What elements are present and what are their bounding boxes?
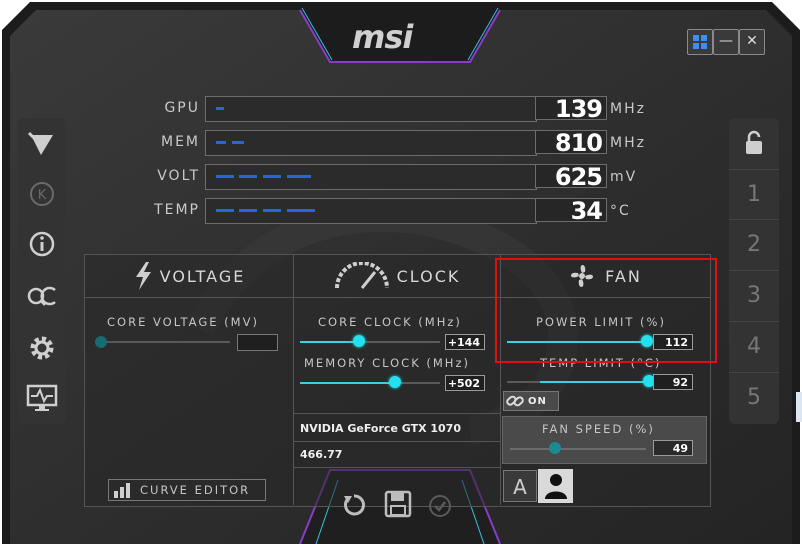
monitor-graph-segment xyxy=(216,107,224,110)
profile-slot-1[interactable]: 1 xyxy=(729,169,779,220)
msi-dragon-icon[interactable] xyxy=(18,120,66,168)
monitor-unit-mem: MHz xyxy=(610,135,646,151)
monitor-graph-segment xyxy=(303,209,315,212)
monitor-graph-segment xyxy=(216,175,234,178)
monitor-label-temp: TEMP xyxy=(154,202,200,218)
fan-speed-input[interactable]: 49 xyxy=(653,440,693,456)
memory-clock-input[interactable]: +502 xyxy=(445,375,485,391)
row-divider xyxy=(293,467,501,468)
voltage-title: VOLTAGE xyxy=(159,266,246,286)
row-divider xyxy=(293,441,501,442)
monitor-graph-volt xyxy=(205,164,537,190)
monitor-graph-temp xyxy=(205,198,537,224)
curve-editor-label: CURVE EDITOR xyxy=(140,483,251,497)
profile-sidebar: 1 2 3 4 5 xyxy=(729,118,779,424)
info-icon[interactable] xyxy=(18,220,66,268)
profile-slot-2[interactable]: 2 xyxy=(729,219,779,270)
monitor-graph-segment xyxy=(239,209,257,212)
profile-slot-5[interactable]: 5 xyxy=(729,372,779,423)
core-clock-label: CORE CLOCK (MHz) xyxy=(318,315,462,329)
curve-editor-button[interactable]: CURVE EDITOR xyxy=(108,479,266,501)
fan-speed-slider[interactable] xyxy=(510,448,646,450)
core-voltage-knob[interactable] xyxy=(95,336,107,348)
clock-title: CLOCK xyxy=(396,266,461,286)
fan-speed-knob[interactable] xyxy=(549,442,561,454)
monitor-graph-segment xyxy=(263,175,281,178)
lock-icon[interactable] xyxy=(729,118,779,168)
monitor-value-volt: 625 xyxy=(535,164,607,189)
core-clock-input[interactable]: +144 xyxy=(445,334,485,350)
monitor-unit-volt: mV xyxy=(610,169,638,185)
link-toggle-button[interactable]: ON xyxy=(503,391,559,411)
monitor-graph-segment xyxy=(263,209,281,212)
fan-auto-button[interactable]: A xyxy=(503,470,537,502)
monitor-graph-segment xyxy=(232,141,244,144)
clock-header: CLOCK xyxy=(293,255,500,297)
desktop-edge xyxy=(796,392,802,422)
highlight-frame xyxy=(495,258,717,363)
check-icon xyxy=(429,495,451,517)
windows-icon xyxy=(693,35,707,49)
core-voltage-input[interactable] xyxy=(237,334,278,351)
lightning-icon xyxy=(135,262,151,290)
bar-chart-icon xyxy=(114,483,130,498)
core-clock-knob[interactable] xyxy=(353,335,365,347)
memory-clock-label: MEMORY CLOCK (MHz) xyxy=(304,356,470,370)
monitor-label-mem: MEM xyxy=(160,134,200,150)
oc-scanner-icon[interactable] xyxy=(18,272,66,320)
temp-limit-input[interactable]: 92 xyxy=(653,374,693,390)
gpu-name: NVIDIA GeForce GTX 1070 xyxy=(300,422,461,435)
temp-limit-fill xyxy=(540,381,646,383)
left-sidebar: K xyxy=(18,118,66,424)
core-voltage-label: CORE VOLTAGE (MV) xyxy=(107,315,259,329)
memory-clock-fill xyxy=(300,382,396,384)
msi-logo: msi xyxy=(352,18,413,56)
monitor-graph-segment xyxy=(216,209,234,212)
fan-user-button[interactable] xyxy=(538,469,573,503)
k-boost-icon[interactable]: K xyxy=(18,170,66,218)
monitor-graph-gpu xyxy=(205,96,537,122)
minimize-button[interactable]: — xyxy=(713,29,739,55)
save-button[interactable] xyxy=(384,490,412,518)
speedometer-icon xyxy=(334,262,389,289)
driver-version: 466.77 xyxy=(300,448,343,461)
monitor-value-mem: 810 xyxy=(535,130,607,155)
profile-slot-3[interactable]: 3 xyxy=(729,270,779,321)
link-icon xyxy=(506,395,524,407)
monitor-label-gpu: GPU xyxy=(164,100,200,116)
monitor-label-volt: VOLT xyxy=(157,168,200,184)
monitor-graph-mem xyxy=(205,130,537,156)
memory-clock-knob[interactable] xyxy=(389,376,401,388)
reset-icon xyxy=(344,494,365,516)
monitor-value-temp: 34 xyxy=(535,198,607,223)
monitor-unit-temp: °C xyxy=(610,203,631,219)
windows-button[interactable] xyxy=(687,29,713,55)
svg-text:K: K xyxy=(38,188,47,203)
profile-slot-4[interactable]: 4 xyxy=(729,321,779,372)
monitor-icon[interactable] xyxy=(18,374,66,422)
monitor-graph-segment xyxy=(303,175,311,178)
fan-speed-label: FAN SPEED (%) xyxy=(542,422,655,436)
monitor-unit-gpu: MHz xyxy=(610,101,646,117)
save-icon xyxy=(384,490,412,518)
monitor-value-gpu: 139 xyxy=(535,96,607,121)
monitor-graph-segment xyxy=(239,175,257,178)
link-toggle-label: ON xyxy=(528,395,547,407)
core-voltage-slider[interactable] xyxy=(100,341,230,343)
settings-icon[interactable] xyxy=(18,324,66,372)
apply-button[interactable] xyxy=(428,494,452,518)
monitor-graph-segment xyxy=(216,141,226,144)
row-divider xyxy=(293,413,501,414)
core-clock-fill xyxy=(300,341,358,343)
user-icon xyxy=(544,474,567,499)
reset-button[interactable] xyxy=(341,492,367,518)
voltage-header: VOLTAGE xyxy=(84,255,293,297)
close-button[interactable]: ✕ xyxy=(739,29,765,55)
